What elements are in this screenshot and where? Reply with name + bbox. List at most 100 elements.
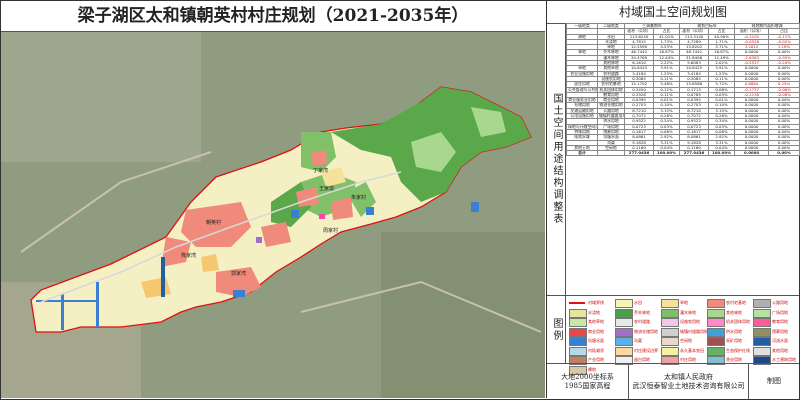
legend-swatch (753, 346, 771, 356)
table-cell: 农村宅基地 (597, 81, 625, 88)
legend-label: 广场用地 (772, 309, 788, 315)
legend-label: 产业用地 (588, 357, 604, 362)
map-label: 丁家湾 (313, 167, 328, 174)
legend-swatch (707, 346, 725, 356)
legend-swatch (753, 318, 771, 327)
legend-label: 内陆滩涂 (588, 347, 604, 353)
table-cell: 物流仓储用地 (597, 102, 625, 109)
public-service-area (319, 214, 325, 219)
legend-swatch (661, 299, 679, 308)
table-cell: 277.0436 (679, 150, 710, 157)
legend-swatch (753, 299, 771, 308)
legend-label: 水浇地 (588, 309, 600, 315)
legend-label: 水工建筑用地 (772, 357, 796, 362)
legend-label: 渔业用地 (726, 357, 742, 362)
map-title: 梁子湖区太和镇朝英村村庄规划（2021-2035年） (1, 1, 545, 32)
elevation-system: 1985国家高程 (564, 382, 611, 390)
table-cell: 0.0000 (734, 150, 770, 157)
legend-swatch (615, 337, 633, 346)
table-cell: 交通运输用地 (566, 107, 598, 115)
table-cell: 277.0436 (624, 150, 654, 157)
legend-swatch (707, 308, 725, 318)
legend-label: 采矿用地 (726, 338, 742, 343)
coordinate-system-cell: 大地2000坐标系 1985国家高程 (547, 364, 629, 399)
basemap-terrain (381, 232, 545, 398)
map-label: 熊家湾 (181, 252, 196, 259)
table-cell: 农业设施用地 (566, 70, 598, 77)
legend-swatch (615, 346, 633, 356)
map-label: 周家村 (323, 227, 338, 234)
legend-label: 灌木林地 (680, 309, 696, 315)
table-cell: 公用设施用地 (566, 113, 598, 120)
map-area: 梁子湖区太和镇朝英村村庄规划（2021-2035年） 丁家湾 王家垅 朱家村 朝… (1, 1, 545, 398)
legend-swatch (569, 337, 587, 346)
legend-label: 殡葬用地 (772, 328, 788, 334)
legend-swatch (707, 299, 725, 308)
legend-label: 坑塘水面 (588, 338, 604, 343)
legend-swatch (569, 327, 587, 337)
legend-label: 乔木林地 (634, 309, 650, 315)
ditch (61, 294, 64, 330)
table-cell: 0.00% (768, 150, 800, 157)
residential-area (311, 150, 327, 166)
table-cell: 商业服务业用地 (566, 97, 598, 104)
panel-title: 村域国土空间规划图 (547, 1, 799, 24)
legend-label: 设施农用地 (680, 319, 700, 324)
table-cell: 机关团体用地 (597, 86, 625, 93)
title-block: 大地2000坐标系 1985国家高程 太和镇人民政府 武汉恒泰智业土地技术咨询有… (547, 363, 799, 399)
land-use-table: 一级地类 二级地类 三调基期年 规划目标年 规划期内面积增减 面积（公顷） 占比 面积（公顷）… (566, 22, 800, 295)
drafting-cell: 制图 (767, 377, 781, 385)
storage-area (256, 237, 262, 243)
pond (233, 290, 245, 297)
legend-swatch (615, 299, 633, 308)
table-side-label: 国土空间用途结构调整表 (547, 23, 566, 295)
legend-label: 空闲地 (680, 338, 692, 343)
legend-label: 供水用地 (726, 328, 742, 334)
legend-swatch (661, 337, 679, 346)
legend-swatch (569, 346, 587, 356)
legend-label: 城镇村道路用地 (680, 328, 708, 334)
legend-label: 其他用地 (772, 347, 788, 353)
legend-side-label: 图例 (547, 295, 566, 364)
legend-swatch (661, 318, 679, 327)
legend-swatch (707, 327, 725, 337)
legend-swatch (753, 337, 771, 346)
legend-swatch (615, 327, 633, 337)
pond (291, 210, 299, 218)
legend-swatch (615, 318, 633, 327)
table-cell: 总计 (566, 150, 598, 157)
legend-label: 沟渠 (634, 338, 642, 343)
legend-swatch (569, 318, 587, 327)
organization-cell: 太和镇人民政府 武汉恒泰智业土地技术咨询有限公司 (629, 364, 749, 399)
legend-label: 永久基本农田 (680, 347, 704, 353)
table-cell: 绿地与开敞空间用地 (566, 123, 598, 130)
legend-label: 公路用地 (772, 300, 788, 305)
ditch (161, 257, 165, 297)
legend-swatch (753, 327, 771, 337)
legend-swatch (569, 302, 585, 304)
table-cell: 公共管理与公共服务用地 (566, 86, 598, 93)
table-row: 总计 277.0436 100.00% 277.0436 100.00% 0.0000 0.… (566, 150, 800, 157)
legend-label: 教育用地 (772, 319, 788, 324)
company-name: 武汉恒泰智业土地技术咨询有限公司 (632, 382, 745, 390)
legend-label: 村庄用地 (680, 357, 696, 362)
legend-label: 水田 (634, 300, 642, 305)
table-cell: 100.00% (708, 150, 736, 157)
legend-swatch (753, 308, 771, 318)
legend-label: 旱地 (680, 300, 688, 305)
legend-swatch (661, 308, 679, 318)
legend-label: 物流仓储用地 (634, 328, 658, 334)
legend-label: 农村宅基地 (726, 300, 746, 305)
legend-label: 留白用地 (634, 357, 650, 362)
legend-swatch (615, 308, 633, 318)
map-label: 朝英村 (206, 219, 221, 226)
legend-label: 其他林地 (726, 309, 742, 315)
table-cell: 面积（公顷） (679, 28, 710, 35)
basemap-terrain (1, 32, 201, 162)
land-use-map: 丁家湾 王家垅 朱家村 朝英村 周家村 熊家湾 郭家湾 (1, 32, 545, 398)
legend-label: 河流水面 (772, 338, 788, 343)
legend-swatch (707, 318, 725, 327)
map-label: 王家垅 (319, 185, 334, 192)
legend-label: 农村道路 (634, 319, 650, 324)
coordinate-system: 大地2000坐标系 (561, 373, 614, 381)
